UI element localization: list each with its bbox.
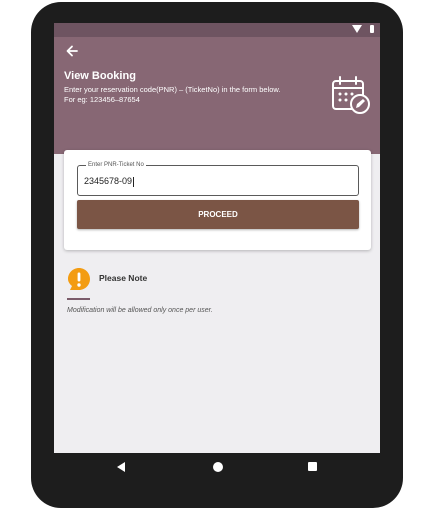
header: View Booking Enter your reservation code…	[54, 37, 380, 154]
nav-recents-icon[interactable]	[308, 462, 317, 471]
booking-form-card: Enter PNR-Ticket No 2345678-09 PROCEED	[64, 150, 371, 250]
page-subtitle: Enter your reservation code(PNR) – (Tick…	[64, 85, 281, 104]
alert-icon	[68, 268, 90, 290]
wifi-icon	[352, 25, 362, 33]
pnr-field-value[interactable]: 2345678-09	[84, 176, 135, 187]
proceed-button[interactable]: PROCEED	[77, 200, 359, 229]
status-icons	[352, 25, 374, 33]
nav-home-icon[interactable]	[213, 462, 223, 472]
note-divider	[67, 298, 90, 300]
pnr-value-text: 2345678-09	[84, 176, 133, 186]
nav-back-icon[interactable]	[117, 462, 125, 472]
calendar-edit-icon	[332, 76, 370, 114]
pnr-field-label: Enter PNR-Ticket No	[86, 161, 146, 169]
status-bar	[54, 23, 380, 37]
battery-icon	[370, 25, 374, 33]
note-text: Modification will be allowed only once p…	[67, 307, 213, 314]
app-screen: View Booking Enter your reservation code…	[54, 23, 380, 453]
system-nav-bar	[54, 453, 380, 481]
note-title: Please Note	[99, 273, 148, 283]
text-cursor	[133, 176, 135, 187]
pnr-ticket-input[interactable]: Enter PNR-Ticket No 2345678-09	[77, 161, 359, 196]
page-title: View Booking	[64, 70, 136, 82]
back-arrow-icon[interactable]	[64, 43, 80, 59]
